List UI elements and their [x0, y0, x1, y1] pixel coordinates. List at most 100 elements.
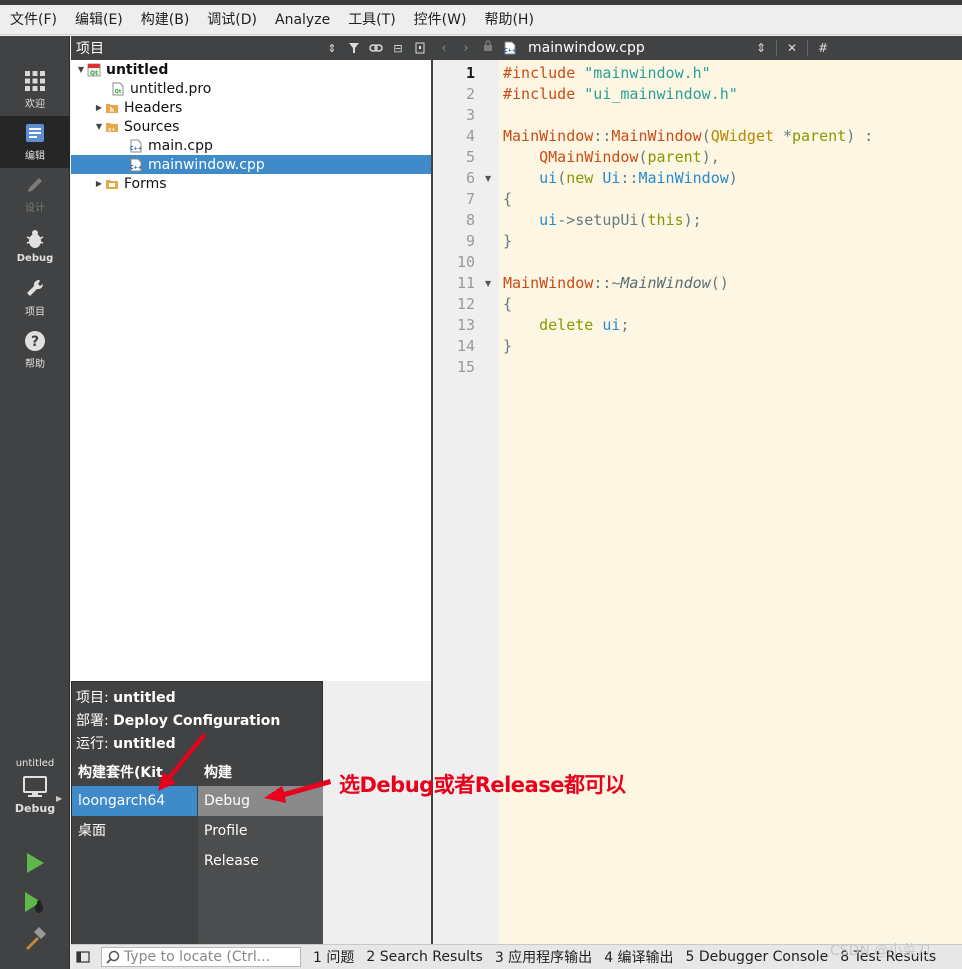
cpp-file-icon: C++ [503, 41, 517, 55]
line-number: 13 [456, 316, 475, 334]
menu-file[interactable]: 文件(F) [0, 5, 65, 35]
menu-bar: 文件(F) 编辑(E) 构建(B) 调试(D) Analyze 工具(T) 控件… [0, 5, 962, 35]
mode-selector-bar: 欢迎 编辑 设计 Debug 项目 ? 帮助 untitled ▶ Debug [0, 36, 70, 969]
tab-search-results[interactable]: 2 Search Results [366, 949, 482, 965]
line-number: 4 [465, 127, 475, 145]
fold-marker-icon[interactable]: ▼ [485, 168, 491, 189]
line-number: 15 [456, 358, 475, 376]
edit-document-icon [26, 124, 44, 142]
tree-item-headers[interactable]: ▶ h Headers [71, 98, 431, 117]
tree-item-sources[interactable]: ▼ c+ Sources [71, 117, 431, 136]
menu-tools[interactable]: 工具(T) [338, 5, 403, 35]
line-number: 8 [465, 211, 475, 229]
mode-debug[interactable]: Debug [0, 220, 70, 272]
code-line-8: ui->setupUi(this); [539, 211, 702, 229]
build-option-profile[interactable]: Profile [198, 816, 323, 846]
menu-controls[interactable]: 控件(W) [404, 5, 475, 35]
code-line-7: { [503, 190, 513, 208]
menu-edit[interactable]: 编辑(E) [65, 5, 131, 35]
code-line-9: } [503, 232, 513, 250]
pro-file-icon: Qt [111, 82, 125, 96]
close-pane-icon[interactable] [409, 37, 431, 59]
run-play-icon [27, 853, 44, 873]
menu-build[interactable]: 构建(B) [131, 5, 198, 35]
run-button[interactable] [22, 850, 48, 876]
code-line-6: ui(new Ui::MainWindow) [539, 169, 738, 187]
mode-edit[interactable]: 编辑 [0, 116, 70, 168]
tree-label: Sources [124, 118, 180, 135]
open-file-name[interactable]: mainwindow.cpp [528, 40, 750, 56]
filter-icon[interactable] [343, 37, 365, 59]
tree-label: Forms [124, 175, 167, 192]
svg-text:Qt: Qt [90, 70, 98, 77]
tree-item-untitled-pro[interactable]: Qt untitled.pro [71, 79, 431, 98]
collapse-arrow-icon[interactable]: ▶ [93, 178, 105, 190]
menu-debug[interactable]: 调试(D) [197, 5, 265, 35]
line-number: 12 [456, 295, 475, 313]
mode-help[interactable]: ? 帮助 [0, 324, 70, 376]
code-line-5: QMainWindow(parent), [539, 148, 720, 166]
tab-compile-output[interactable]: 4 编译输出 [604, 947, 673, 967]
split-icon[interactable]: ⊟ [387, 37, 409, 59]
fold-marker-icon[interactable]: ▼ [485, 273, 491, 294]
kit-option-desktop[interactable]: 桌面 [72, 816, 197, 846]
expand-arrow-icon[interactable]: ▼ [93, 121, 105, 133]
mode-welcome[interactable]: 欢迎 [0, 64, 70, 116]
symbol-selector[interactable]: # [812, 41, 834, 55]
kit-expand-arrow-icon: ▶ [56, 794, 63, 803]
svg-text:C++: C++ [504, 48, 516, 54]
line-number: 10 [456, 253, 475, 271]
nav-forward-icon[interactable]: › [455, 41, 477, 56]
document-list-arrows-icon[interactable]: ⇕ [750, 41, 772, 55]
pane-selector-arrows-icon[interactable]: ⇕ [321, 37, 343, 59]
kit-option-loongarch64[interactable]: loongarch64 [72, 786, 197, 816]
svg-text:C++: C++ [130, 146, 142, 152]
nav-back-icon[interactable]: ‹ [433, 41, 455, 56]
close-document-icon[interactable]: ✕ [781, 41, 803, 55]
build-option-debug[interactable]: Debug [198, 786, 323, 816]
kit-selector-button[interactable]: untitled ▶ Debug [0, 754, 70, 840]
code-editor[interactable]: #include "mainwindow.h" #include "ui_mai… [499, 60, 962, 944]
popup-run-line: 运行: untitled [76, 736, 176, 752]
tab-app-output[interactable]: 3 应用程序输出 [495, 947, 592, 967]
debug-play-icon [25, 892, 43, 913]
project-pane-header: 项目 ⇕ ⊟ [71, 36, 431, 60]
collapse-arrow-icon[interactable]: ▶ [93, 102, 105, 114]
tree-item-main-cpp[interactable]: C++ main.cpp [71, 136, 431, 155]
menu-analyze[interactable]: Analyze [265, 5, 338, 35]
line-number-gutter: 1 2 3 4 5 6 7 8 9 10 11 12 13 14 15 ▼ ▼ [433, 60, 499, 944]
build-button[interactable] [22, 926, 48, 952]
menu-help[interactable]: 帮助(H) [474, 5, 541, 35]
tree-item-forms[interactable]: ▶ Forms [71, 174, 431, 193]
debug-run-button[interactable] [22, 890, 48, 916]
code-line-12: { [503, 295, 513, 313]
mode-projects[interactable]: 项目 [0, 272, 70, 324]
build-option-release[interactable]: Release [198, 846, 323, 876]
code-line-11: MainWindow::~MainWindow() [503, 274, 729, 292]
tab-issues[interactable]: 1 问题 [313, 947, 354, 967]
toggle-sidebar-icon[interactable] [71, 947, 95, 967]
tree-item-untitled[interactable]: ▼ Qt untitled [71, 60, 431, 79]
line-number: 3 [465, 106, 475, 124]
project-tree: ▼ Qt untitled Qt untitled.pro ▶ h Header… [71, 60, 431, 681]
line-number: 7 [465, 190, 475, 208]
expand-arrow-icon[interactable]: ▼ [75, 64, 87, 76]
mode-edit-label: 编辑 [25, 151, 45, 162]
line-number: 6 [465, 169, 475, 187]
tab-debugger-console[interactable]: 5 Debugger Console [686, 949, 829, 965]
mode-design[interactable]: 设计 [0, 168, 70, 220]
svg-text:Qt: Qt [115, 89, 122, 95]
tree-label: main.cpp [148, 137, 213, 154]
locator-input[interactable]: Type to locate (Ctrl... [101, 947, 301, 967]
status-bar: Type to locate (Ctrl... 1 问题 2 Search Re… [71, 944, 962, 969]
code-line-13: delete ui; [539, 316, 630, 334]
link-icon[interactable] [365, 37, 387, 59]
search-icon [106, 950, 120, 964]
welcome-grid-icon [25, 71, 45, 91]
toolbar-separator [776, 40, 777, 56]
popup-project-line: 项目: untitled [76, 690, 176, 706]
kit-list: loongarch64 桌面 [72, 786, 197, 945]
tree-item-mainwindow-cpp[interactable]: C++ mainwindow.cpp [71, 155, 431, 174]
hammer-icon [26, 927, 46, 950]
kit-build-config: Debug [14, 802, 56, 815]
